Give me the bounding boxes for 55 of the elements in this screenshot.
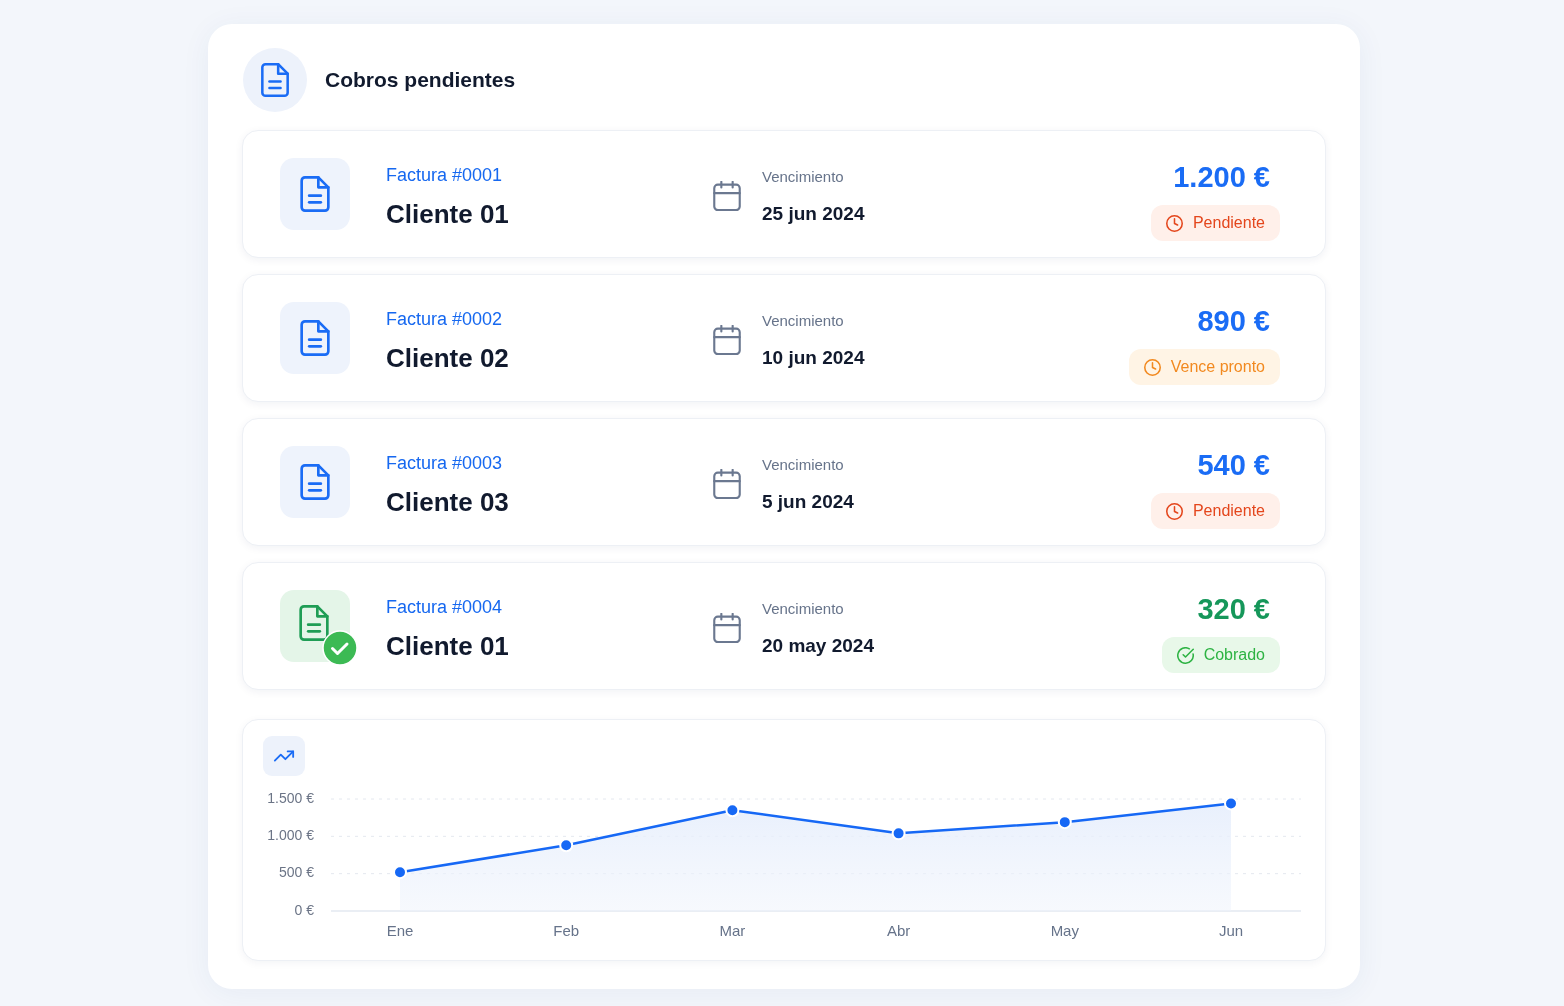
chart-point bbox=[393, 865, 407, 880]
document-icon bbox=[280, 446, 350, 518]
x-axis-label: Abr bbox=[886, 921, 911, 939]
calendar-icon bbox=[713, 181, 741, 211]
invoice-number: Factura #0001 bbox=[386, 164, 503, 186]
calendar-icon bbox=[713, 325, 741, 355]
trend-up-icon bbox=[263, 736, 305, 776]
y-axis-label: 0 € bbox=[294, 901, 314, 918]
check-circle-icon bbox=[1176, 646, 1194, 664]
x-axis-label: Mar bbox=[719, 921, 746, 939]
document-icon bbox=[243, 48, 307, 112]
y-axis-label: 1.500 € bbox=[267, 789, 314, 806]
chart-point bbox=[1057, 815, 1072, 830]
document-check-icon bbox=[280, 590, 358, 666]
document-icon bbox=[280, 158, 350, 230]
due-label: Vencimiento bbox=[762, 599, 844, 619]
clock-icon bbox=[1165, 214, 1183, 232]
document-icon bbox=[280, 302, 350, 374]
calendar-icon bbox=[713, 469, 741, 499]
status-label: Cobrado bbox=[1203, 645, 1265, 665]
x-axis-label: Jun bbox=[1218, 921, 1244, 939]
due-label: Vencimiento bbox=[762, 455, 844, 475]
chart-point bbox=[1224, 796, 1238, 811]
client-name: Cliente 01 bbox=[386, 630, 509, 662]
invoice-amount: 890 € bbox=[1197, 304, 1270, 339]
y-axis-label: 1.000 € bbox=[267, 827, 314, 844]
invoice-number: Factura #0004 bbox=[386, 596, 503, 618]
invoice-number: Factura #0003 bbox=[386, 452, 503, 474]
panel-title: Cobros pendientes bbox=[325, 67, 516, 94]
due-date: 20 may 2024 bbox=[762, 634, 874, 658]
client-name: Cliente 03 bbox=[386, 486, 509, 518]
client-name: Cliente 01 bbox=[386, 198, 509, 230]
due-label: Vencimiento bbox=[762, 311, 844, 331]
chart-point bbox=[891, 826, 906, 841]
status-label: Pendiente bbox=[1192, 213, 1265, 233]
chart-point bbox=[725, 803, 740, 818]
x-axis-label: Ene bbox=[386, 921, 414, 939]
clock-icon bbox=[1165, 502, 1183, 520]
invoice-amount: 540 € bbox=[1197, 448, 1270, 483]
due-date: 5 jun 2024 bbox=[762, 490, 854, 514]
invoice-amount: 1.200 € bbox=[1173, 160, 1270, 195]
client-name: Cliente 02 bbox=[386, 342, 509, 374]
status-label: Vence pronto bbox=[1170, 357, 1265, 377]
clock-icon bbox=[1143, 358, 1161, 376]
y-axis-label: 500 € bbox=[278, 864, 314, 881]
x-axis-label: Feb bbox=[553, 921, 580, 939]
x-axis-label: May bbox=[1050, 921, 1079, 939]
calendar-icon bbox=[713, 613, 741, 643]
due-date: 25 jun 2024 bbox=[762, 202, 865, 226]
status-label: Pendiente bbox=[1192, 501, 1265, 521]
due-label: Vencimiento bbox=[762, 167, 844, 187]
invoice-number: Factura #0002 bbox=[386, 308, 503, 330]
chart-point bbox=[559, 838, 574, 853]
invoice-amount: 320 € bbox=[1197, 592, 1270, 627]
due-date: 10 jun 2024 bbox=[762, 346, 865, 370]
